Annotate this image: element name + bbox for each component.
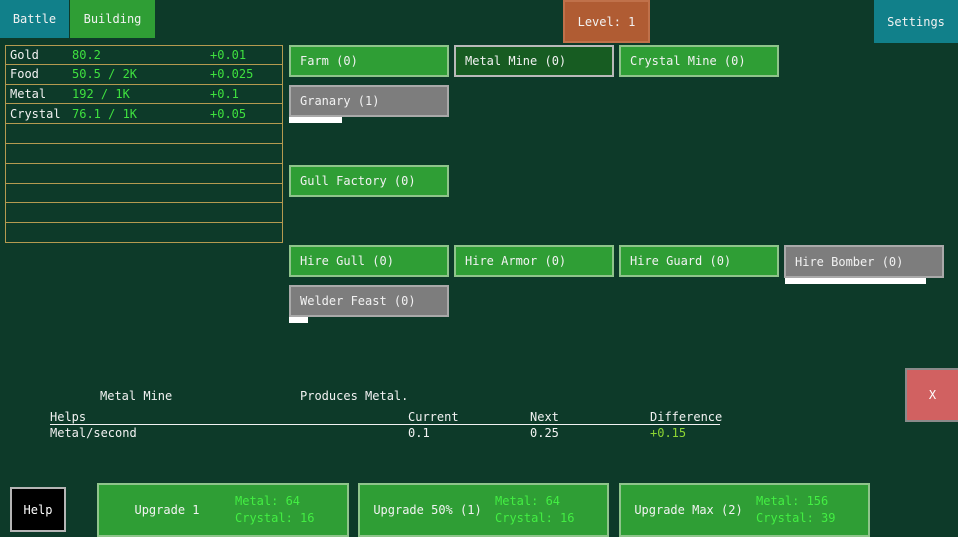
resource-rate: +0.1 (210, 87, 282, 101)
upgrade-50-costs: Metal: 64 Crystal: 16 (495, 493, 607, 527)
detail-description: Produces Metal. (300, 389, 408, 403)
hire-gull-button[interactable]: Hire Gull (0) (289, 245, 449, 277)
resource-row-empty (5, 184, 283, 204)
crystal-mine-button[interactable]: Crystal Mine (0) (619, 45, 779, 77)
resource-value: 76.1 / 1K (72, 107, 210, 121)
resource-row-food: Food 50.5 / 2K +0.025 (5, 65, 283, 85)
detail-row-difference-value: +0.15 (650, 426, 686, 440)
gull-factory-button-label: Gull Factory (0) (300, 174, 416, 188)
upgrade-50-cost-metal: Metal: 64 (495, 493, 607, 510)
hire-bomber-button-label: Hire Bomber (0) (795, 255, 903, 269)
resource-rate: +0.01 (210, 48, 282, 62)
resource-table: Gold 80.2 +0.01 Food 50.5 / 2K +0.025 Me… (5, 45, 283, 243)
granary-button-label: Granary (1) (300, 94, 379, 108)
close-icon: X (929, 388, 936, 402)
resource-row-empty (5, 124, 283, 144)
resource-value: 80.2 (72, 48, 210, 62)
upgrade-1-label: Upgrade 1 (99, 503, 235, 517)
welder-feast-progress-bar (289, 317, 449, 323)
upgrade-1-costs: Metal: 64 Crystal: 16 (235, 493, 347, 527)
help-button[interactable]: Help (10, 487, 66, 532)
resource-row-empty (5, 223, 283, 243)
game-screen: Battle Building Level: 1 Settings Gold 8… (0, 0, 958, 537)
hire-armor-button-label: Hire Armor (0) (465, 254, 566, 268)
detail-header-current: Current (408, 410, 459, 424)
resource-name: Crystal (6, 107, 72, 121)
welder-feast-button[interactable]: Welder Feast (0) (289, 285, 449, 317)
resource-row-empty (5, 203, 283, 223)
detail-header-underline (50, 424, 720, 425)
resource-row-empty (5, 164, 283, 184)
tab-building[interactable]: Building (70, 0, 155, 38)
settings-button[interactable]: Settings (874, 0, 958, 43)
close-button[interactable]: X (905, 368, 958, 422)
hire-armor-button[interactable]: Hire Armor (0) (454, 245, 614, 277)
detail-header-helps: Helps (50, 410, 86, 424)
metal-mine-button[interactable]: Metal Mine (0) (454, 45, 614, 77)
upgrade-max-button[interactable]: Upgrade Max (2) Metal: 156 Crystal: 39 (619, 483, 870, 537)
hire-bomber-progress-bar (785, 278, 945, 284)
detail-row-stat-name: Metal/second (50, 426, 137, 440)
crystal-mine-button-label: Crystal Mine (0) (630, 54, 746, 68)
resource-rate: +0.025 (210, 67, 282, 81)
level-button[interactable]: Level: 1 (563, 0, 650, 43)
resource-name: Food (6, 67, 72, 81)
resource-row-gold: Gold 80.2 +0.01 (5, 45, 283, 65)
farm-button-label: Farm (0) (300, 54, 358, 68)
upgrade-max-label: Upgrade Max (2) (621, 503, 756, 517)
resource-value: 192 / 1K (72, 87, 210, 101)
help-button-label: Help (24, 503, 53, 517)
resource-name: Metal (6, 87, 72, 101)
detail-header-next: Next (530, 410, 559, 424)
upgrade-1-cost-crystal: Crystal: 16 (235, 510, 347, 527)
granary-button[interactable]: Granary (1) (289, 85, 449, 117)
detail-row-current-value: 0.1 (408, 426, 430, 440)
resource-row-crystal: Crystal 76.1 / 1K +0.05 (5, 104, 283, 124)
resource-rate: +0.05 (210, 107, 282, 121)
upgrade-max-cost-metal: Metal: 156 (756, 493, 868, 510)
upgrade-50-button[interactable]: Upgrade 50% (1) Metal: 64 Crystal: 16 (358, 483, 609, 537)
tab-building-label: Building (84, 12, 142, 26)
upgrade-1-cost-metal: Metal: 64 (235, 493, 347, 510)
upgrade-50-cost-crystal: Crystal: 16 (495, 510, 607, 527)
metal-mine-button-label: Metal Mine (0) (465, 54, 566, 68)
hire-guard-button[interactable]: Hire Guard (0) (619, 245, 779, 277)
resource-value: 50.5 / 2K (72, 67, 210, 81)
settings-label: Settings (887, 15, 945, 29)
detail-row-next-value: 0.25 (530, 426, 559, 440)
tab-battle[interactable]: Battle (0, 0, 69, 38)
upgrade-max-costs: Metal: 156 Crystal: 39 (756, 493, 868, 527)
granary-progress-bar (289, 117, 449, 123)
resource-name: Gold (6, 48, 72, 62)
granary-progress-fill (289, 117, 342, 123)
gull-factory-button[interactable]: Gull Factory (0) (289, 165, 449, 197)
hire-bomber-progress-fill (785, 278, 926, 284)
level-label: Level: 1 (578, 15, 636, 29)
hire-gull-button-label: Hire Gull (0) (300, 254, 394, 268)
upgrade-1-button[interactable]: Upgrade 1 Metal: 64 Crystal: 16 (97, 483, 349, 537)
hire-guard-button-label: Hire Guard (0) (630, 254, 731, 268)
hire-bomber-button[interactable]: Hire Bomber (0) (784, 245, 944, 278)
resource-row-empty (5, 144, 283, 164)
detail-header-difference: Difference (650, 410, 722, 424)
welder-feast-button-label: Welder Feast (0) (300, 294, 416, 308)
upgrade-max-cost-crystal: Crystal: 39 (756, 510, 868, 527)
farm-button[interactable]: Farm (0) (289, 45, 449, 77)
detail-title: Metal Mine (100, 389, 172, 403)
upgrade-50-label: Upgrade 50% (1) (360, 503, 495, 517)
tab-battle-label: Battle (13, 12, 56, 26)
welder-feast-progress-fill (289, 317, 308, 323)
resource-row-metal: Metal 192 / 1K +0.1 (5, 85, 283, 105)
